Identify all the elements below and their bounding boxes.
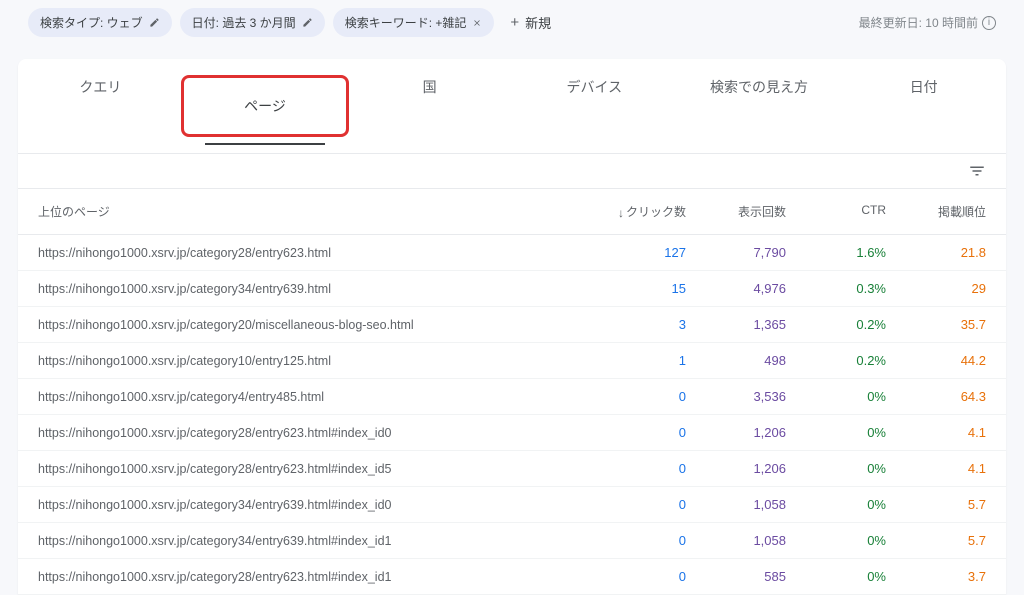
filter-icon[interactable] (968, 162, 986, 180)
cell-ctr: 1.6% (786, 245, 886, 260)
cell-ctr: 0.2% (786, 317, 886, 332)
filter-chip-date[interactable]: 日付: 過去 3 か月間 (180, 8, 325, 37)
pencil-icon (302, 17, 313, 28)
table-row[interactable]: https://nihongo1000.xsrv.jp/category28/e… (18, 235, 1006, 271)
cell-clicks: 15 (586, 281, 686, 296)
cell-clicks: 0 (586, 533, 686, 548)
sort-down-icon: ↓ (618, 206, 624, 220)
table-row[interactable]: https://nihongo1000.xsrv.jp/category28/e… (18, 415, 1006, 451)
cell-impressions: 4,976 (686, 281, 786, 296)
cell-position: 5.7 (886, 533, 986, 548)
table-row[interactable]: https://nihongo1000.xsrv.jp/category34/e… (18, 271, 1006, 307)
cell-page: https://nihongo1000.xsrv.jp/category28/e… (38, 246, 586, 260)
cell-page: https://nihongo1000.xsrv.jp/category34/e… (38, 282, 586, 296)
cell-position: 21.8 (886, 245, 986, 260)
header-position[interactable]: 掲載順位 (886, 203, 986, 220)
tab-query[interactable]: クエリ (18, 59, 183, 153)
table-filter-row (18, 154, 1006, 189)
cell-impressions: 7,790 (686, 245, 786, 260)
cell-impressions: 1,058 (686, 533, 786, 548)
cell-impressions: 1,058 (686, 497, 786, 512)
cell-impressions: 498 (686, 353, 786, 368)
cell-position: 4.1 (886, 461, 986, 476)
pencil-icon (149, 17, 160, 28)
cell-clicks: 0 (586, 569, 686, 584)
cell-page: https://nihongo1000.xsrv.jp/category28/e… (38, 570, 586, 584)
cell-page: https://nihongo1000.xsrv.jp/category34/e… (38, 534, 586, 548)
cell-clicks: 127 (586, 245, 686, 260)
cell-position: 35.7 (886, 317, 986, 332)
table-body: https://nihongo1000.xsrv.jp/category28/e… (18, 235, 1006, 595)
cell-ctr: 0% (786, 425, 886, 440)
cell-ctr: 0.3% (786, 281, 886, 296)
cell-clicks: 1 (586, 353, 686, 368)
filter-chip-keyword[interactable]: 検索キーワード: +雑記 (333, 8, 495, 37)
cell-position: 44.2 (886, 353, 986, 368)
cell-page: https://nihongo1000.xsrv.jp/category28/e… (38, 426, 586, 440)
cell-impressions: 1,206 (686, 425, 786, 440)
cell-position: 3.7 (886, 569, 986, 584)
tab-appearance[interactable]: 検索での見え方 (677, 59, 842, 153)
tabs: クエリ ページ 国 デバイス 検索での見え方 日付 (18, 59, 1006, 154)
cell-position: 29 (886, 281, 986, 296)
last-updated-text: 最終更新日: 10 時間前 (859, 14, 978, 31)
add-filter-button[interactable]: + 新規 (510, 13, 551, 32)
cell-ctr: 0% (786, 497, 886, 512)
table-row[interactable]: https://nihongo1000.xsrv.jp/category28/e… (18, 451, 1006, 487)
cell-ctr: 0% (786, 389, 886, 404)
tab-page[interactable]: ページ (183, 59, 348, 153)
cell-clicks: 0 (586, 389, 686, 404)
plus-icon: + (510, 14, 519, 31)
cell-position: 5.7 (886, 497, 986, 512)
cell-position: 64.3 (886, 389, 986, 404)
chip-label: 日付: 過去 3 か月間 (192, 14, 296, 31)
last-updated: 最終更新日: 10 時間前 i (859, 14, 996, 31)
cell-page: https://nihongo1000.xsrv.jp/category10/e… (38, 354, 586, 368)
cell-page: https://nihongo1000.xsrv.jp/category4/en… (38, 390, 586, 404)
cell-page: https://nihongo1000.xsrv.jp/category28/e… (38, 462, 586, 476)
new-label: 新規 (525, 13, 551, 32)
filter-chip-search-type[interactable]: 検索タイプ: ウェブ (28, 8, 172, 37)
chip-label: 検索タイプ: ウェブ (40, 14, 143, 31)
cell-ctr: 0% (786, 461, 886, 476)
cell-clicks: 0 (586, 497, 686, 512)
table-row[interactable]: https://nihongo1000.xsrv.jp/category10/e… (18, 343, 1006, 379)
cell-clicks: 0 (586, 425, 686, 440)
results-panel: クエリ ページ 国 デバイス 検索での見え方 日付 上位のページ ↓クリック数 … (18, 59, 1006, 595)
filter-bar: 検索タイプ: ウェブ 日付: 過去 3 か月間 検索キーワード: +雑記 + 新… (0, 0, 1024, 49)
cell-position: 4.1 (886, 425, 986, 440)
cell-impressions: 3,536 (686, 389, 786, 404)
header-page[interactable]: 上位のページ (38, 203, 586, 220)
cell-impressions: 1,365 (686, 317, 786, 332)
cell-ctr: 0% (786, 533, 886, 548)
table-row[interactable]: https://nihongo1000.xsrv.jp/category34/e… (18, 487, 1006, 523)
tab-highlight: ページ (181, 75, 350, 137)
cell-ctr: 0% (786, 569, 886, 584)
cell-impressions: 1,206 (686, 461, 786, 476)
table-row[interactable]: https://nihongo1000.xsrv.jp/category28/e… (18, 559, 1006, 595)
cell-ctr: 0.2% (786, 353, 886, 368)
info-icon[interactable]: i (982, 16, 996, 30)
cell-clicks: 0 (586, 461, 686, 476)
header-ctr[interactable]: CTR (786, 203, 886, 220)
tab-country[interactable]: 国 (347, 59, 512, 153)
cell-clicks: 3 (586, 317, 686, 332)
header-impressions[interactable]: 表示回数 (686, 203, 786, 220)
table-row[interactable]: https://nihongo1000.xsrv.jp/category20/m… (18, 307, 1006, 343)
tab-date[interactable]: 日付 (841, 59, 1006, 153)
tab-device[interactable]: デバイス (512, 59, 677, 153)
cell-page: https://nihongo1000.xsrv.jp/category20/m… (38, 318, 586, 332)
tab-page-label: ページ (244, 98, 286, 114)
table-row[interactable]: https://nihongo1000.xsrv.jp/category34/e… (18, 523, 1006, 559)
table-row[interactable]: https://nihongo1000.xsrv.jp/category4/en… (18, 379, 1006, 415)
chip-label: 検索キーワード: +雑記 (345, 14, 467, 31)
cell-impressions: 585 (686, 569, 786, 584)
header-clicks[interactable]: ↓クリック数 (586, 203, 686, 220)
table-header: 上位のページ ↓クリック数 表示回数 CTR 掲載順位 (18, 189, 1006, 235)
close-icon[interactable] (472, 18, 482, 28)
